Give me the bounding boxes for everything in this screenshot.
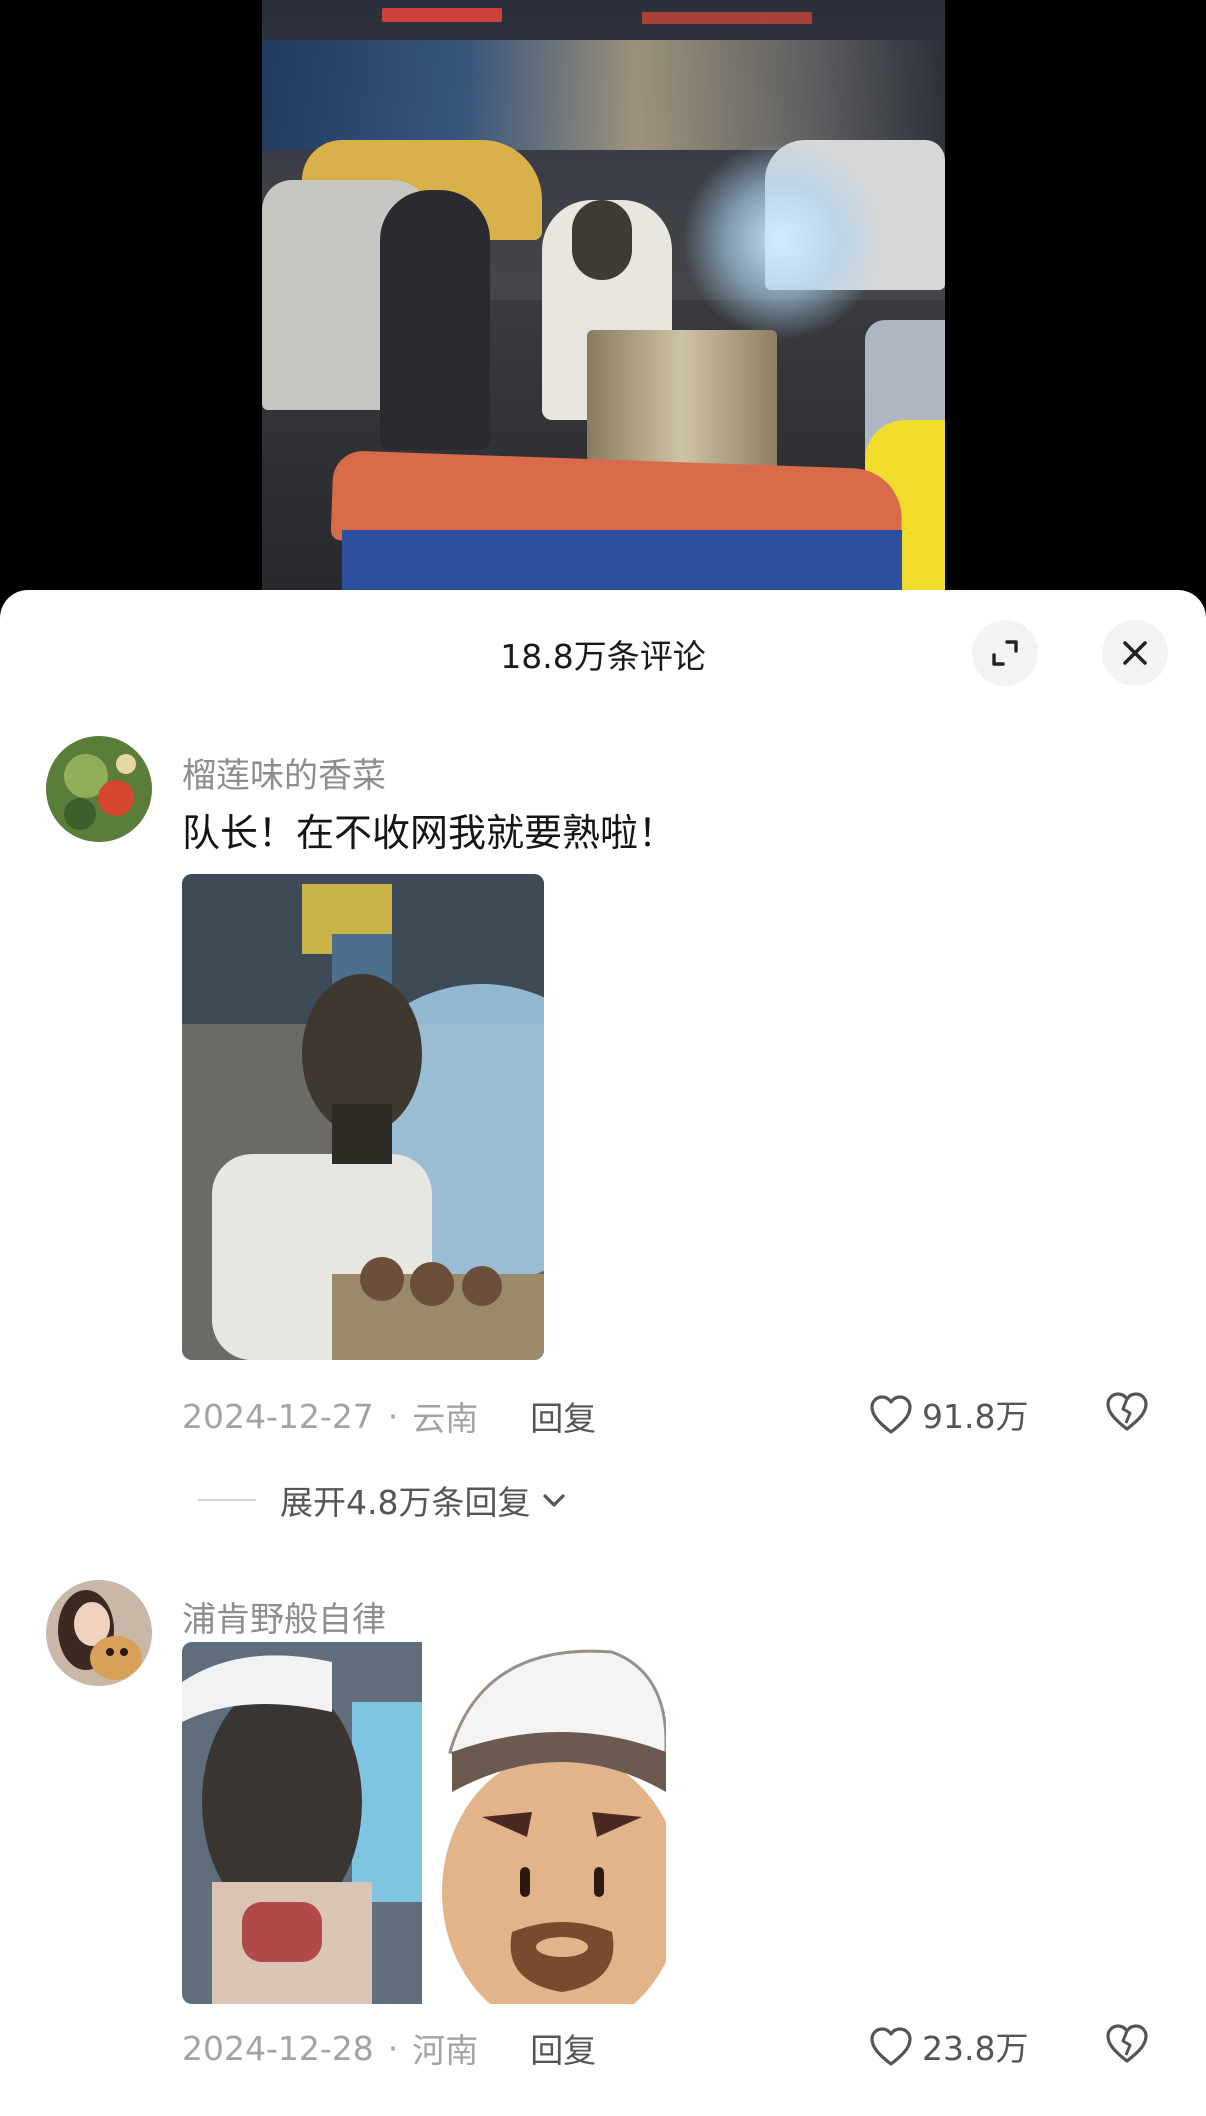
comment-location: 河南: [412, 2031, 479, 2070]
like-count: 91.8万: [922, 1397, 1029, 1436]
comment-username[interactable]: 榴莲味的香菜: [182, 748, 386, 797]
comment-item: 浦肯野般自律 2024-12-28 · 河南 回复 23.8万: [0, 1580, 1206, 2116]
comment-date: 2024-12-28: [182, 2028, 374, 2068]
comments-sheet: 18.8万条评论 榴莲味的香菜 队长！在不收网我就要熟啦！ 2024-12-27…: [0, 590, 1206, 2116]
comment-image[interactable]: [182, 1642, 666, 2004]
expand-button[interactable]: [972, 620, 1038, 686]
reply-button[interactable]: 回复: [530, 2024, 596, 2072]
like-count: 23.8万: [922, 2029, 1029, 2068]
expand-replies-label: 展开4.8万条回复: [280, 1483, 531, 1522]
comment-text: 队长！在不收网我就要熟啦！: [182, 811, 677, 855]
comment-date: 2024-12-27: [182, 1396, 374, 1436]
like-button[interactable]: 23.8万: [868, 2022, 1028, 2070]
video-player[interactable]: [0, 0, 1206, 600]
expand-icon: [992, 640, 1018, 666]
avatar[interactable]: [46, 736, 152, 842]
like-button[interactable]: 91.8万: [868, 1390, 1028, 1438]
close-button[interactable]: [1102, 620, 1168, 686]
comment-location: 云南: [412, 1399, 479, 1438]
chevron-down-icon: [543, 1494, 566, 1507]
dislike-button[interactable]: [1104, 2022, 1150, 2068]
comment-username[interactable]: 浦肯野般自律: [182, 1592, 386, 1641]
comment-item: 榴莲味的香菜 队长！在不收网我就要熟啦！ 2024-12-27 · 云南 回复 …: [0, 736, 1206, 1522]
expand-replies-button[interactable]: 展开4.8万条回复: [198, 1476, 570, 1524]
broken-heart-icon: [1106, 1392, 1148, 1431]
avatar[interactable]: [46, 1580, 152, 1686]
heart-icon: [870, 1395, 912, 1434]
heart-icon: [870, 2027, 912, 2066]
broken-heart-icon: [1106, 2024, 1148, 2063]
comment-meta: 2024-12-27 · 云南 回复: [182, 1392, 596, 1440]
video-frame-street-vendor: [262, 0, 945, 600]
reply-button[interactable]: 回复: [530, 1392, 596, 1440]
comment-image[interactable]: [182, 874, 544, 1360]
dislike-button[interactable]: [1104, 1390, 1150, 1436]
comment-meta: 2024-12-28 · 河南 回复: [182, 2024, 596, 2072]
close-icon: [1123, 641, 1147, 665]
